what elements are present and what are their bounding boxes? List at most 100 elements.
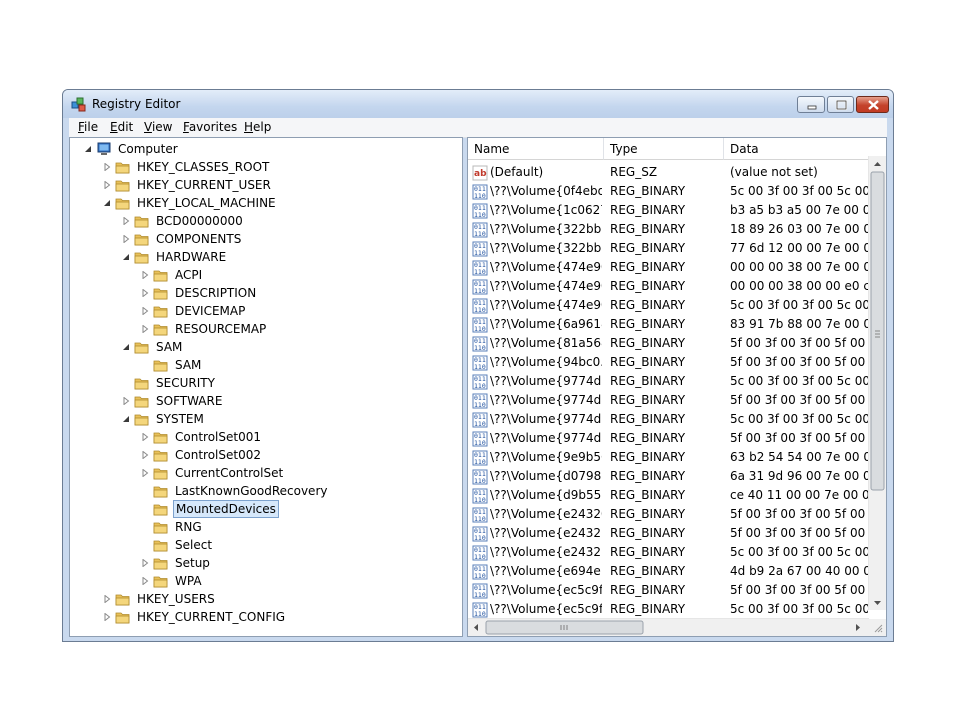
tree-node[interactable]: Computer (70, 140, 462, 158)
value-row[interactable]: 011110\??\Volume{0f4ebd... REG_BINARY 5c 0… (468, 182, 868, 201)
tree-node[interactable]: SECURITY (70, 374, 462, 392)
column-header-data[interactable]: Data (724, 138, 871, 160)
tree-node[interactable]: ControlSet002 (70, 446, 462, 464)
value-row[interactable]: 011 110 \??\Volume{d9b55... REG_BINARY ce 40… (468, 486, 868, 505)
vertical-scrollbar[interactable] (868, 156, 886, 610)
tree-node[interactable]: HKEY_LOCAL_MACHINE (70, 194, 462, 212)
expand-arrow-icon[interactable] (141, 469, 149, 477)
expand-arrow-icon[interactable] (122, 235, 130, 243)
menu-view[interactable]: View (144, 120, 172, 134)
tree-node[interactable]: HARDWARE (70, 248, 462, 266)
value-row[interactable]: 011110\??\Volume{474e90... REG_BINARY 00 0… (468, 258, 868, 277)
value-row[interactable]: 011 110 \??\Volume{ec5c9f... REG_BINARY 5f 0… (468, 581, 868, 600)
expand-arrow-icon[interactable] (141, 271, 149, 279)
value-row[interactable]: 011110\??\Volume{9774da... REG_BINARY 5c 0… (468, 372, 868, 391)
value-row[interactable]: 011110\??\Volume{474e90... REG_BINARY 00 0… (468, 277, 868, 296)
tree-node[interactable]: RESOURCEMAP (70, 320, 462, 338)
value-row[interactable]: 011110\??\Volume{e694e1... REG_BINARY 4d b… (468, 562, 868, 581)
scroll-left-arrow-icon[interactable] (474, 624, 478, 631)
tree-node[interactable]: SAM (70, 338, 462, 356)
scroll-right-arrow-icon[interactable] (856, 624, 860, 631)
tree-node[interactable]: SYSTEM (70, 410, 462, 428)
expand-arrow-icon[interactable] (122, 397, 130, 405)
tree-node[interactable]: MountedDevices (70, 500, 462, 518)
column-header-type[interactable]: Type (604, 138, 724, 160)
folder-icon (153, 450, 168, 462)
value-row[interactable]: 011 110 \??\Volume{322bb... REG_BINARY 18 89… (468, 220, 868, 239)
value-row[interactable]: 011110\??\Volume{6a9618... REG_BINARY 83 9… (468, 315, 868, 334)
collapse-arrow-icon[interactable] (122, 343, 130, 351)
folder-icon (153, 360, 168, 372)
value-row[interactable]: 011110\??\Volume{e24321... REG_BINARY 5c 0… (468, 543, 868, 562)
tree-node[interactable]: DESCRIPTION (70, 284, 462, 302)
column-header-name[interactable]: Name (468, 138, 604, 160)
expand-arrow-icon[interactable] (122, 217, 130, 225)
horizontal-scrollbar[interactable] (468, 618, 869, 636)
value-row[interactable]: 011110\??\Volume{9e9b56... REG_BINARY 63 b… (468, 448, 868, 467)
value-row[interactable]: 011110\??\Volume{474e90... REG_BINARY 5c 0… (468, 296, 868, 315)
value-row[interactable]: 011110\??\Volume{e24320... REG_BINARY 5f 0… (468, 505, 868, 524)
tree-node[interactable]: HKEY_CURRENT_CONFIG (70, 608, 462, 626)
tree-node[interactable]: SOFTWARE (70, 392, 462, 410)
value-row[interactable]: 011110\??\Volume{81a568... REG_BINARY 5f 0… (468, 334, 868, 353)
menu-favorites[interactable]: Favorites (183, 120, 237, 134)
value-row[interactable]: 011110\??\Volume{1c0627... REG_BINARY b3 a… (468, 201, 868, 220)
tree-node[interactable]: RNG (70, 518, 462, 536)
value-row[interactable]: 011110\??\Volume{9774da... REG_BINARY 5f 0… (468, 429, 868, 448)
expand-arrow-icon[interactable] (141, 289, 149, 297)
collapse-arrow-icon[interactable] (122, 415, 130, 423)
value-name: \??\Volume{ec5c9f... (490, 583, 602, 597)
expand-arrow-icon[interactable] (141, 325, 149, 333)
value-row[interactable]: 011110\??\Volume{d07980... REG_BINARY 6a 3… (468, 467, 868, 486)
tree-node[interactable]: COMPONENTS (70, 230, 462, 248)
tree-node[interactable]: ControlSet001 (70, 428, 462, 446)
close-button[interactable] (856, 96, 889, 113)
maximize-button[interactable] (827, 96, 854, 113)
scroll-down-arrow-icon[interactable] (874, 601, 881, 605)
values-list[interactable]: Name Type Data ab (Default) REG_SZ (value n… (467, 137, 887, 637)
value-row[interactable]: 011 110 \??\Volume{322bb... REG_BINARY 77 6d… (468, 239, 868, 258)
tree-node[interactable]: Setup (70, 554, 462, 572)
minimize-button[interactable] (797, 96, 825, 113)
tree-node[interactable]: WPA (70, 572, 462, 590)
value-row[interactable]: 011 110 \??\Volume{ec5c9f... REG_BINARY 5c 0… (468, 600, 868, 619)
size-grip[interactable] (869, 619, 886, 636)
menu-help[interactable]: Help (244, 120, 271, 134)
value-row[interactable]: ab (Default) REG_SZ (value not set) (468, 163, 868, 182)
tree-node[interactable]: BCD00000000 (70, 212, 462, 230)
tree-node[interactable]: CurrentControlSet (70, 464, 462, 482)
menu-file[interactable]: File (78, 120, 98, 134)
tree-node[interactable]: SAM (70, 356, 462, 374)
expand-arrow-icon[interactable] (141, 577, 149, 585)
expand-arrow-icon[interactable] (103, 595, 111, 603)
value-row[interactable]: 011110\??\Volume{9774da... REG_BINARY 5c 0… (468, 410, 868, 429)
tree-node-label: HKEY_USERS (137, 592, 215, 606)
expand-arrow-icon[interactable] (103, 613, 111, 621)
tree-node[interactable]: HKEY_CURRENT_USER (70, 176, 462, 194)
expand-arrow-icon[interactable] (141, 451, 149, 459)
expand-arrow-icon[interactable] (141, 433, 149, 441)
value-row[interactable]: 011110\??\Volume{9774da... REG_BINARY 5f 0… (468, 391, 868, 410)
binary-value-icon: 011110 (472, 203, 488, 219)
key-tree[interactable]: Computer HKEY_CLASSES_ROOT HKEY_CURRENT_US… (69, 137, 463, 637)
expand-arrow-icon[interactable] (103, 163, 111, 171)
menu-edit[interactable]: Edit (110, 120, 133, 134)
collapse-arrow-icon[interactable] (103, 199, 111, 207)
expand-arrow-icon[interactable] (141, 307, 149, 315)
expand-arrow-icon[interactable] (103, 181, 111, 189)
tree-node[interactable]: DEVICEMAP (70, 302, 462, 320)
value-row[interactable]: 011110\??\Volume{e24321... REG_BINARY 5f 0… (468, 524, 868, 543)
value-row[interactable]: 011 110 \??\Volume{94bc0... REG_BINARY 5f 00… (468, 353, 868, 372)
scroll-up-arrow-icon[interactable] (874, 162, 881, 166)
collapse-arrow-icon[interactable] (84, 145, 92, 153)
tree-node[interactable]: HKEY_USERS (70, 590, 462, 608)
tree-node[interactable]: HKEY_CLASSES_ROOT (70, 158, 462, 176)
tree-node[interactable]: ACPI (70, 266, 462, 284)
expand-arrow-icon[interactable] (141, 559, 149, 567)
title-bar[interactable]: Registry Editor (63, 90, 893, 118)
tree-node[interactable]: Select (70, 536, 462, 554)
horizontal-scroll-thumb[interactable] (485, 620, 644, 635)
tree-node[interactable]: LastKnownGoodRecovery (70, 482, 462, 500)
collapse-arrow-icon[interactable] (122, 253, 130, 261)
svg-text:110: 110 (474, 591, 486, 599)
